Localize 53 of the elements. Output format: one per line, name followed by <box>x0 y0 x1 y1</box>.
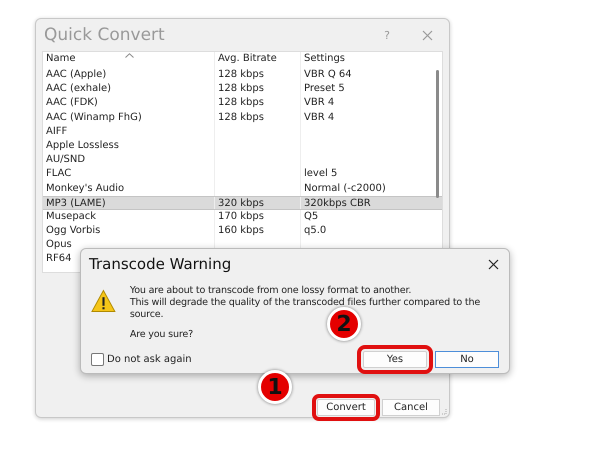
table-cell: AAC (Apple) <box>43 68 215 82</box>
table-cell: Musepack <box>43 210 215 224</box>
checkbox-label: Do not ask again <box>107 354 192 365</box>
table-cell: VBR 4 <box>304 97 334 108</box>
table-cell: AU/SND <box>43 153 215 168</box>
sort-caret-icon <box>125 53 134 58</box>
column-header[interactable]: Name <box>43 52 215 68</box>
format-row[interactable]: AAC (Apple) 128 kbps VBR Q 64 <box>43 68 442 82</box>
table-cell: AIFF <box>43 124 215 139</box>
table-cell: 128 kbps <box>218 97 264 108</box>
format-row[interactable]: AAC (exhale) 128 kbps Preset 5 <box>43 82 442 96</box>
table-cell: 128 kbps <box>218 112 264 123</box>
table-cell: VBR 4 <box>304 112 334 123</box>
table-cell: Normal (-c2000) <box>304 182 386 194</box>
table-cell: 128 kbps <box>218 83 264 94</box>
table-cell: 128 kbps <box>218 69 264 80</box>
table-cell: q5.0 <box>304 225 326 236</box>
close-icon[interactable] <box>488 258 499 270</box>
table-cell: 160 kbps <box>218 225 264 236</box>
checkbox[interactable] <box>91 353 104 366</box>
table-cell: level 5 <box>304 168 338 180</box>
warning-message: You are about to transcode from one lossy format to another. <box>130 285 412 297</box>
format-row[interactable]: AAC (Winamp FhG) 128 kbps VBR 4 <box>43 110 442 125</box>
window-title: Quick Convert <box>44 25 166 45</box>
format-row[interactable]: Apple Lossless <box>43 138 442 154</box>
table-cell: Q5 <box>304 210 318 222</box>
format-row[interactable]: FLAC level 5 <box>43 167 442 182</box>
table-cell: Preset 5 <box>304 83 345 94</box>
table-cell: FLAC <box>43 167 215 182</box>
table-cell: AAC (Winamp FhG) <box>43 110 215 125</box>
warning-icon <box>91 289 116 313</box>
format-row[interactable]: Ogg Vorbis 160 kbps q5.0 <box>43 224 442 238</box>
table-cell: MP3 (LAME) <box>43 196 215 209</box>
scrollbar[interactable] <box>436 70 439 198</box>
table-cell: AAC (exhale) <box>43 82 215 96</box>
table-cell: 320 kbps <box>218 198 264 209</box>
question-text: Are you sure? <box>130 329 194 341</box>
column-header[interactable]: Avg. Bitrate <box>215 52 301 68</box>
format-row[interactable]: Musepack 170 kbps Q5 <box>43 210 442 224</box>
no-button[interactable]: No <box>435 351 499 368</box>
table-cell: 320kbps CBR <box>304 198 371 209</box>
table-cell: Apple Lossless <box>43 138 215 154</box>
format-row[interactable]: AU/SND <box>43 153 442 168</box>
column-header[interactable]: Settings <box>301 52 431 68</box>
table-cell: VBR Q 64 <box>304 69 352 80</box>
table-cell: Ogg Vorbis <box>43 224 215 238</box>
cancel-button[interactable]: Cancel <box>382 399 440 416</box>
table-cell: 170 kbps <box>218 210 264 222</box>
format-row[interactable]: AIFF <box>43 124 442 139</box>
resize-grip-icon <box>440 408 447 415</box>
format-row[interactable]: AAC (FDK) 128 kbps VBR 4 <box>43 96 442 111</box>
table-cell: AAC (FDK) <box>43 96 215 111</box>
format-row[interactable]: MP3 (LAME) 320 kbps 320kbps CBR <box>43 196 442 210</box>
